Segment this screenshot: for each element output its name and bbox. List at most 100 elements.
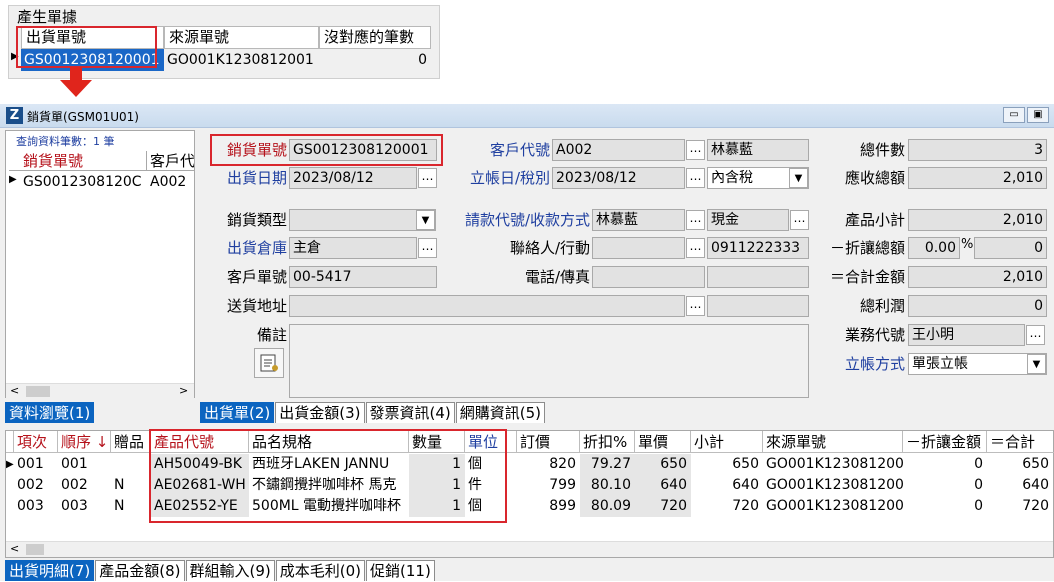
contact-field[interactable] (592, 237, 685, 259)
cust-order-field[interactable]: 00-5417 (289, 266, 437, 288)
grid-cell-item[interactable]: 003 (14, 496, 58, 517)
address-lookup-icon[interactable]: … (686, 296, 705, 316)
payment-method-field[interactable]: 現金 (707, 209, 789, 231)
tab-online-shop[interactable]: 網購資訊(5) (455, 402, 545, 423)
salesperson-lookup-icon[interactable]: … (1026, 325, 1045, 345)
contact-lookup-icon[interactable]: … (686, 238, 705, 258)
tab-promotion[interactable]: 促銷(11) (366, 560, 435, 581)
grid-header-discount[interactable]: －折讓金額 (903, 431, 987, 453)
payment-lookup-icon[interactable]: … (790, 210, 809, 230)
grid-header-disc[interactable]: 折扣% (580, 431, 635, 453)
account-method-dropdown-icon[interactable]: ▼ (1027, 354, 1046, 374)
minimize-icon[interactable]: ▭ (1003, 107, 1025, 123)
tab-product-amount[interactable]: 產品金額(8) (95, 560, 185, 581)
grid-header-seq[interactable]: 順序 ↓ (58, 431, 111, 453)
grid-header-source[interactable]: 來源單號 (763, 431, 903, 453)
browse-header-sales-no[interactable]: 銷貨單號 (9, 151, 147, 171)
grid-cell-src[interactable]: GO001K1230812001 (763, 454, 903, 475)
tab-invoice[interactable]: 發票資訊(4) (365, 402, 455, 423)
tab-browse[interactable]: 資料瀏覽(1) (5, 402, 95, 423)
maximize-icon[interactable]: ▣ (1027, 107, 1049, 123)
grid-header-total[interactable]: ＝合計 (987, 431, 1054, 453)
grid-cell-disc[interactable]: 80.09 (580, 496, 635, 517)
grid-cell-src[interactable]: GO001K1230812001 (763, 475, 903, 496)
mobile-field[interactable]: 0911222333 (707, 237, 809, 259)
form-tabbar: 出貨單(2) 出貨金額(3) 發票資訊(4) 網購資訊(5) (200, 402, 546, 424)
grid-cell-sub[interactable]: 720 (691, 496, 763, 517)
browse-header-customer[interactable]: 客戶代 (147, 151, 194, 171)
tab-shipment[interactable]: 出貨單(2) (200, 402, 275, 423)
remarks-edit-icon[interactable] (254, 348, 284, 378)
grid-cell-total[interactable]: 640 (987, 475, 1053, 496)
billing-code-field[interactable]: 林慕藍 (592, 209, 685, 231)
grid-cell-price[interactable]: 720 (635, 496, 691, 517)
customer-code-field[interactable]: A002 (552, 139, 685, 161)
scroll-thumb[interactable] (26, 386, 50, 397)
grid-cell-item[interactable]: 002 (14, 475, 58, 496)
discount-amount-field[interactable]: 0 (974, 237, 1047, 259)
grid-scroll-left-icon[interactable]: < (10, 542, 19, 555)
grid-cell-src[interactable]: GO001K1230812001 (763, 496, 903, 517)
grid-cell-list[interactable]: 799 (517, 475, 580, 496)
browse-row-customer[interactable]: A002 (150, 172, 186, 192)
grid-cell-price[interactable]: 650 (635, 454, 691, 475)
tax-type-dropdown-icon[interactable]: ▼ (789, 168, 808, 188)
down-arrow-icon (60, 67, 92, 97)
warehouse-lookup-icon[interactable]: … (418, 238, 437, 258)
tab-group-input[interactable]: 群組輸入(9) (185, 560, 275, 581)
grid-cell-disc[interactable]: 79.27 (580, 454, 635, 475)
grid-cell-list[interactable]: 820 (517, 454, 580, 475)
grid-scroll-thumb[interactable] (26, 544, 44, 555)
account-date-picker-icon[interactable]: … (686, 168, 705, 188)
ship-date-field[interactable]: 2023/08/12 (289, 167, 417, 189)
account-date-field[interactable]: 2023/08/12 (552, 167, 685, 189)
customer-lookup-icon[interactable]: … (686, 140, 705, 160)
billing-lookup-icon[interactable]: … (686, 210, 705, 230)
produce-unmatched-cell[interactable]: 0 (319, 49, 427, 71)
grid-cell-seq[interactable]: 003 (58, 496, 111, 517)
tab-detail[interactable]: 出貨明細(7) (5, 560, 95, 581)
grid-cell-total[interactable]: 720 (987, 496, 1053, 517)
produce-source-no-cell[interactable]: GO001K1230812001 (164, 49, 319, 71)
grid-cell-sub[interactable]: 640 (691, 475, 763, 496)
grid-cell-gift[interactable] (111, 454, 151, 475)
grid-cell-seq[interactable]: 001 (58, 454, 111, 475)
grid-cell-price[interactable]: 640 (635, 475, 691, 496)
fax-field[interactable] (707, 266, 809, 288)
grid-cell-gift[interactable]: N (111, 496, 151, 517)
warehouse-field[interactable]: 主倉 (289, 237, 417, 259)
total-amount-label: ＝合計金額 (829, 268, 905, 286)
grid-cell-gift[interactable]: N (111, 475, 151, 496)
tab-ship-amount[interactable]: 出貨金額(3) (275, 402, 365, 423)
browse-row-sales-no[interactable]: GS0012308120C (9, 172, 149, 192)
grid-cell-seq[interactable]: 002 (58, 475, 111, 496)
scroll-right-icon[interactable]: > (179, 384, 188, 397)
grid-cell-item[interactable]: 001 (14, 454, 58, 475)
grid-header-item[interactable]: 項次 (14, 431, 58, 453)
grid-header-price[interactable]: 單價 (635, 431, 691, 453)
ship-date-picker-icon[interactable]: … (418, 168, 437, 188)
grid-cell-dis-amt[interactable]: 0 (903, 475, 987, 496)
grid-cell-list[interactable]: 899 (517, 496, 580, 517)
grid-cell-dis-amt[interactable]: 0 (903, 454, 987, 475)
discount-pct-field[interactable]: 0.00 (908, 237, 960, 259)
grid-header-list[interactable]: 訂價 (517, 431, 580, 453)
grid-cell-total[interactable]: 650 (987, 454, 1053, 475)
sales-type-select[interactable] (289, 209, 436, 231)
grid-cell-dis-amt[interactable]: 0 (903, 496, 987, 517)
grid-hscrollbar[interactable]: < (6, 541, 1053, 557)
remarks-label: 備註 (256, 326, 287, 344)
grid-header-gift[interactable]: 贈品 (111, 431, 151, 453)
tab-cost-margin[interactable]: 成本毛利(0) (275, 560, 365, 581)
address-extra-field[interactable] (707, 295, 809, 317)
grid-cell-disc[interactable]: 80.10 (580, 475, 635, 496)
address-field[interactable] (289, 295, 685, 317)
grid-header-subtotal[interactable]: 小計 (691, 431, 763, 453)
remarks-textarea[interactable] (289, 324, 809, 398)
total-count-field: 3 (908, 139, 1047, 161)
phone-field[interactable] (592, 266, 705, 288)
browse-hscrollbar[interactable]: < > (6, 383, 194, 398)
scroll-left-icon[interactable]: < (10, 384, 19, 397)
grid-cell-sub[interactable]: 650 (691, 454, 763, 475)
salesperson-field[interactable]: 王小明 (908, 324, 1025, 346)
